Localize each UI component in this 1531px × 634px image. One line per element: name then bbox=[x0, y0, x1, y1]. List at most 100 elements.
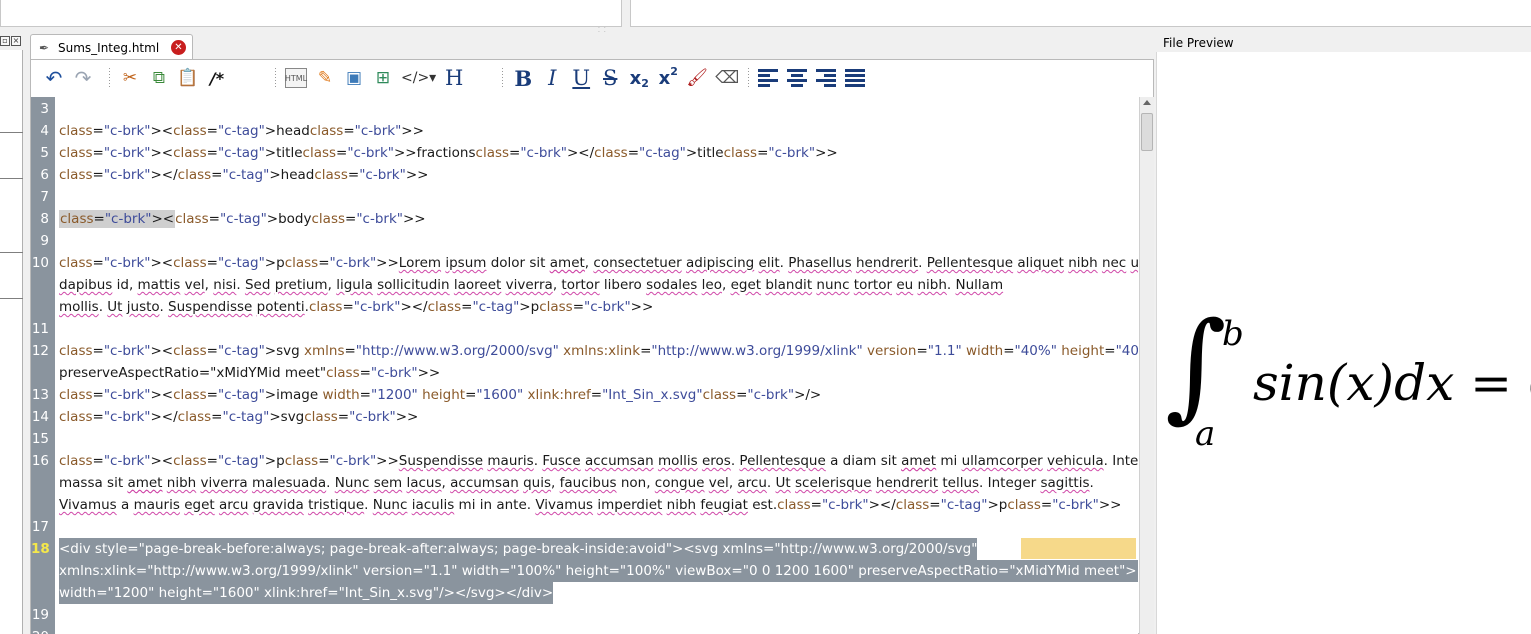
code-line[interactable]: mollis. Ut justo. Suspendisse potenti.cl… bbox=[31, 296, 1138, 318]
line-number: 4 bbox=[40, 123, 49, 139]
insert-table-icon[interactable]: ⊞ bbox=[372, 67, 394, 89]
code-line[interactable]: 13 class="c-brk"><class="c-tag">image wi… bbox=[31, 384, 1138, 406]
code-line[interactable]: xmlns:xlink="http://www.w3.org/1999/xlin… bbox=[31, 560, 1138, 582]
editor-toolbar: ↶ ↷ ✂ ⧉ 📋 /* HTML ✎ ▣ ⊞ </>▾ H B I U S x… bbox=[31, 60, 1153, 96]
code-line[interactable]: width="1200" height="1600" xlink:href="I… bbox=[31, 582, 1138, 604]
bold-icon[interactable]: B bbox=[512, 66, 534, 91]
code-line[interactable]: 12 class="c-brk"><class="c-tag">svg xmln… bbox=[31, 340, 1138, 362]
line-number: 12 bbox=[31, 343, 49, 359]
code-line[interactable]: Vivamus a mauris eget arcu gravida trist… bbox=[31, 494, 1138, 516]
code-text: massa sit amet nibh viverra malesuada. N… bbox=[59, 475, 1094, 491]
divider bbox=[0, 178, 23, 179]
code-line[interactable]: 7 bbox=[31, 186, 1138, 208]
code-line[interactable]: 17 bbox=[31, 516, 1138, 538]
code-line[interactable]: 15 bbox=[31, 428, 1138, 450]
code-line[interactable]: dapibus id, mattis vel, nisi. Sed pretiu… bbox=[31, 274, 1138, 296]
close-icon[interactable]: ✕ bbox=[171, 40, 186, 55]
line-number: 5 bbox=[40, 145, 49, 161]
dock-buttons: ▫ × bbox=[0, 36, 22, 48]
insert-image-icon[interactable]: ▣ bbox=[343, 67, 365, 89]
splitter-grip-icon[interactable]: · · · · bbox=[598, 26, 612, 36]
preview-title: File Preview bbox=[1156, 34, 1531, 52]
undo-icon[interactable]: ↶ bbox=[43, 66, 65, 90]
upper-limit: b bbox=[1222, 314, 1244, 354]
paste-icon[interactable]: 📋 bbox=[177, 67, 199, 89]
line-number: 15 bbox=[31, 431, 49, 447]
code-line[interactable]: massa sit amet nibh viverra malesuada. N… bbox=[31, 472, 1138, 494]
code-text: class="c-brk"><class="c-tag">pclass="c-b… bbox=[59, 453, 1138, 469]
code-line[interactable]: preserveAspectRatio="xMidYMid meet"class… bbox=[31, 362, 1138, 384]
line-number: 9 bbox=[40, 233, 49, 249]
code-line[interactable]: 20 bbox=[31, 626, 1138, 634]
vertical-scrollbar[interactable] bbox=[1139, 97, 1154, 634]
code-line[interactable]: 9 bbox=[31, 230, 1138, 252]
underline-icon[interactable]: U bbox=[570, 66, 592, 90]
strikethrough-icon[interactable]: S bbox=[599, 66, 621, 90]
code-line[interactable]: 4 class="c-brk"><class="c-tag">headclass=… bbox=[31, 120, 1138, 142]
code-line[interactable]: 5 class="c-brk"><class="c-tag">titleclas… bbox=[31, 142, 1138, 164]
tab-sums-integ[interactable]: ✒ Sums_Integ.html ✕ bbox=[30, 34, 193, 60]
code-line[interactable]: 3 bbox=[31, 98, 1138, 120]
heading-icon[interactable]: H bbox=[443, 66, 465, 90]
eraser-icon[interactable]: ⌫ bbox=[715, 67, 739, 89]
line-number: 13 bbox=[31, 387, 49, 403]
copy-icon[interactable]: ⧉ bbox=[148, 67, 170, 89]
insert-tag-dropdown-icon[interactable]: </>▾ bbox=[401, 67, 436, 89]
scroll-up-icon[interactable] bbox=[1143, 100, 1151, 105]
subscript-base: x bbox=[629, 67, 642, 89]
comment-icon[interactable]: /* bbox=[206, 67, 228, 89]
code-text: Vivamus a mauris eget arcu gravida trist… bbox=[59, 497, 1122, 513]
divider bbox=[0, 252, 23, 253]
toolbar-separator bbox=[748, 68, 750, 88]
superscript-index: 2 bbox=[670, 64, 678, 78]
code-line[interactable]: 10 class="c-brk"><class="c-tag">pclass="… bbox=[31, 252, 1138, 274]
subscript-icon[interactable]: x2 bbox=[628, 67, 650, 90]
paint-brush-icon[interactable]: 🖌 bbox=[686, 67, 708, 89]
line-number: 20 bbox=[31, 626, 55, 634]
code-text: mollis. Ut justo. Suspendisse potenti.cl… bbox=[59, 299, 654, 315]
line-number: 3 bbox=[40, 101, 49, 117]
code-text: class="c-brk"><class="c-tag">bodyclass="… bbox=[59, 210, 426, 228]
top-right-field[interactable] bbox=[630, 0, 1531, 27]
align-left-icon[interactable] bbox=[758, 69, 779, 87]
code-editor[interactable]: 3 4 class="c-brk"><class="c-tag">headclass… bbox=[31, 97, 1138, 634]
code-line[interactable]: 19 bbox=[31, 604, 1138, 626]
code-line[interactable]: 14 class="c-brk"></class="c-tag">svgclas… bbox=[31, 406, 1138, 428]
italic-icon[interactable]: I bbox=[541, 66, 563, 90]
align-center-icon[interactable] bbox=[787, 69, 808, 87]
code-line[interactable]: 11 bbox=[31, 318, 1138, 340]
code-text: class="c-brk"><class="c-tag">titleclass=… bbox=[59, 145, 838, 161]
css-icon[interactable]: ✎ bbox=[314, 67, 336, 89]
line-number: 14 bbox=[31, 409, 49, 425]
code-text: class="c-brk"><class="c-tag">image width… bbox=[59, 387, 822, 403]
current-line-highlight bbox=[1021, 538, 1136, 559]
scroll-thumb[interactable] bbox=[1141, 113, 1153, 151]
file-preview-pane[interactable]: ∫ b a sin(x)dx = 0 bbox=[1156, 52, 1531, 634]
top-left-field[interactable] bbox=[0, 0, 622, 27]
code-text: <div style="page-break-before:always; pa… bbox=[59, 538, 978, 560]
code-text: class="c-brk"><class="c-tag">headclass="… bbox=[59, 123, 424, 139]
html-file-icon[interactable]: HTML bbox=[285, 68, 307, 88]
integrand: sin(x)dx = 0 bbox=[1253, 354, 1531, 412]
cut-icon[interactable]: ✂ bbox=[119, 67, 141, 89]
code-line[interactable]: 16 class="c-brk"><class="c-tag">pclass="… bbox=[31, 450, 1138, 472]
redo-icon[interactable]: ↷ bbox=[72, 66, 94, 90]
code-text: preserveAspectRatio="xMidYMid meet"class… bbox=[59, 365, 441, 381]
lower-limit: a bbox=[1195, 414, 1216, 454]
line-number: 16 bbox=[31, 453, 49, 469]
code-line[interactable]: 18 <div style="page-break-before:always; … bbox=[31, 538, 1138, 560]
align-justify-icon[interactable] bbox=[845, 69, 866, 87]
code-text: dapibus id, mattis vel, nisi. Sed pretiu… bbox=[59, 277, 1004, 293]
code-text: xmlns:xlink="http://www.w3.org/1999/xlin… bbox=[59, 560, 1138, 582]
superscript-icon[interactable]: x2 bbox=[657, 64, 679, 89]
superscript-base: x bbox=[658, 67, 671, 89]
code-line[interactable]: 8 class="c-brk"><class="c-tag">bodyclass=… bbox=[31, 208, 1138, 230]
code-line[interactable]: 6 class="c-brk"></class="c-tag">headclass… bbox=[31, 164, 1138, 186]
editor-panel: ↶ ↷ ✂ ⧉ 📋 /* HTML ✎ ▣ ⊞ </>▾ H B I U S x… bbox=[30, 59, 1154, 634]
dock-float-icon[interactable]: ▫ bbox=[0, 36, 10, 46]
dock-close-icon[interactable]: × bbox=[11, 36, 21, 46]
left-dock-content[interactable] bbox=[0, 50, 23, 634]
align-right-icon[interactable] bbox=[816, 69, 837, 87]
code-text: class="c-brk"></class="c-tag">svgclass="… bbox=[59, 409, 419, 425]
line-number: 17 bbox=[31, 519, 49, 535]
